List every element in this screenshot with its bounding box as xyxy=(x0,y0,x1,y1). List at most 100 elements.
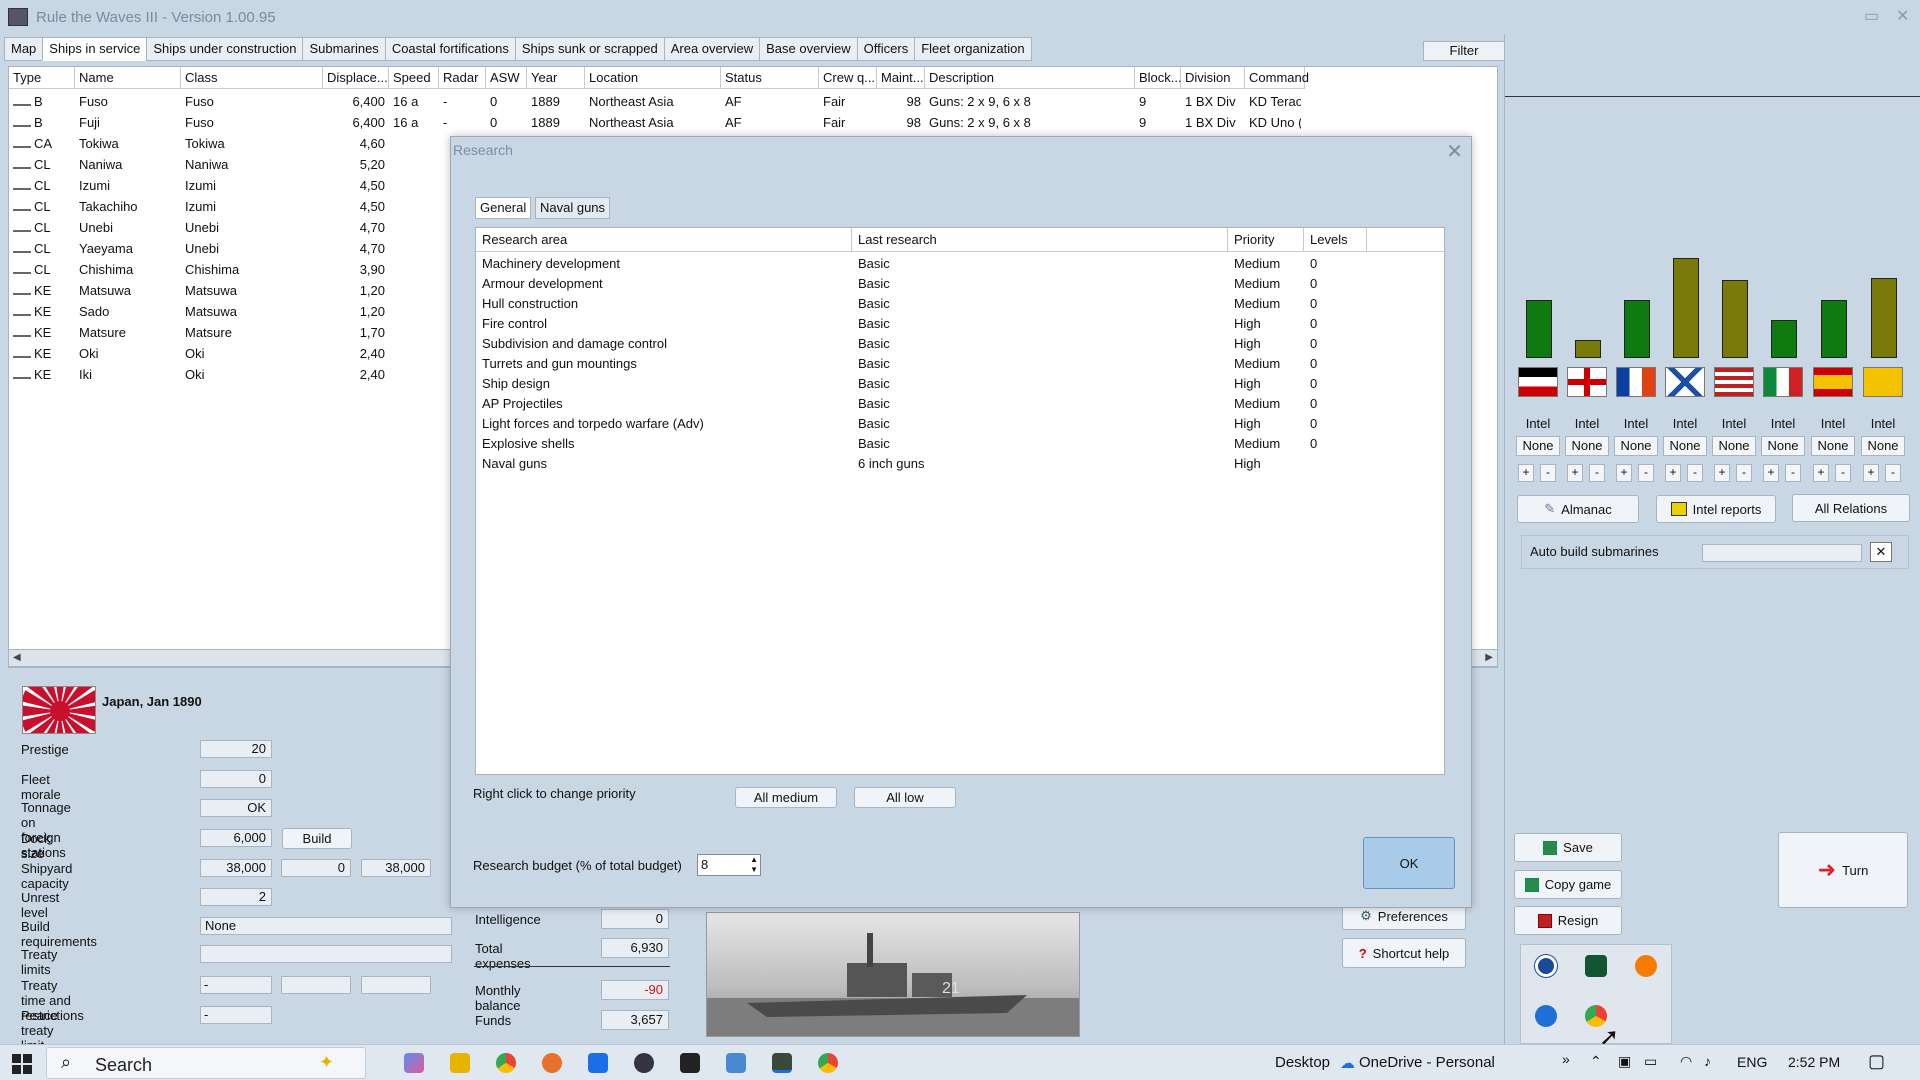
intel-reports-button[interactable]: Intel reports xyxy=(1656,495,1776,523)
ship-header-11[interactable]: Maint... xyxy=(877,67,925,89)
taskbar-search-box[interactable]: ⌕ Search ✦ xyxy=(46,1047,366,1079)
tab-map[interactable]: Map xyxy=(4,37,44,61)
france-flag[interactable] xyxy=(1616,367,1656,397)
tab-ships-under-construction[interactable]: Ships under construction xyxy=(146,37,304,61)
ship-header-2[interactable]: Class xyxy=(181,67,323,89)
intel-plus-button[interactable]: + xyxy=(1665,464,1681,482)
turn-button[interactable]: ➜ Turn xyxy=(1778,832,1908,908)
header-priority[interactable]: Priority xyxy=(1228,228,1304,252)
copilot-icon[interactable] xyxy=(404,1053,424,1073)
ok-button[interactable]: OK xyxy=(1363,837,1455,889)
germany-flag[interactable] xyxy=(1518,367,1558,397)
china-flag[interactable] xyxy=(1863,367,1903,397)
tab-base-overview[interactable]: Base overview xyxy=(759,37,858,61)
firefox-icon[interactable] xyxy=(542,1053,562,1073)
usa-flag[interactable] xyxy=(1714,367,1754,397)
research-row[interactable]: Light forces and torpedo warfare (Adv) Ba… xyxy=(476,414,1444,434)
intel-plus-button[interactable]: + xyxy=(1863,464,1879,482)
device-icon[interactable]: ▣ xyxy=(1618,1053,1631,1070)
intel-level[interactable]: None xyxy=(1614,436,1658,456)
notification-icon[interactable]: ▢ xyxy=(1868,1051,1885,1072)
intel-plus-button[interactable]: + xyxy=(1714,464,1730,482)
battery-icon[interactable]: ▭ xyxy=(1644,1053,1657,1070)
scroll-right-icon[interactable]: ▶ xyxy=(1485,652,1493,663)
intel-minus-button[interactable]: - xyxy=(1736,464,1752,482)
all-relations-button[interactable]: All Relations xyxy=(1792,494,1910,522)
password-manager-icon[interactable] xyxy=(634,1053,654,1073)
auto-build-field[interactable] xyxy=(1702,544,1862,562)
copy-game-button[interactable]: Copy game xyxy=(1514,870,1622,899)
chrome-alt-icon[interactable] xyxy=(818,1053,838,1073)
ship-header-4[interactable]: Speed xyxy=(389,67,439,89)
file-explorer-icon[interactable] xyxy=(450,1053,470,1073)
volume-icon[interactable]: ♪ xyxy=(1704,1053,1711,1069)
intel-level[interactable]: None xyxy=(1712,436,1756,456)
tab-coastal-fortifications[interactable]: Coastal fortifications xyxy=(384,37,516,61)
shield-icon[interactable] xyxy=(1585,955,1607,977)
intel-minus-button[interactable]: - xyxy=(1540,464,1556,482)
italy-flag[interactable] xyxy=(1763,367,1803,397)
desktop-label[interactable]: Desktop xyxy=(1275,1054,1330,1071)
tray-up-icon[interactable]: ⌃ xyxy=(1590,1053,1602,1070)
intel-level[interactable]: None xyxy=(1663,436,1707,456)
research-row[interactable]: Explosive shells Basic Medium 0 xyxy=(476,434,1444,454)
close-icon[interactable]: ✕ xyxy=(1870,542,1892,562)
intel-level[interactable]: None xyxy=(1761,436,1805,456)
ship-row[interactable]: B Fuso Fuso 6,400 16 a - 0 1889 Northeast Asia AF… xyxy=(9,91,1499,112)
onedrive-status[interactable]: ☁ OneDrive - Personal xyxy=(1340,1054,1495,1072)
tab-fleet-organization[interactable]: Fleet organization xyxy=(914,37,1032,61)
tab-submarines[interactable]: Submarines xyxy=(302,37,386,61)
intel-minus-button[interactable]: - xyxy=(1835,464,1851,482)
intel-plus-button[interactable]: + xyxy=(1518,464,1534,482)
tab-naval-guns[interactable]: Naval guns xyxy=(535,197,611,219)
all-low-button[interactable]: All low xyxy=(854,787,956,808)
scroll-left-icon[interactable]: ◀ xyxy=(13,652,21,663)
ship-header-7[interactable]: Year xyxy=(527,67,585,89)
ship-header-9[interactable]: Status xyxy=(721,67,819,89)
research-budget-input[interactable]: 8 ▲ ▼ xyxy=(697,854,761,876)
clock[interactable]: 2:52 PM xyxy=(1788,1054,1840,1070)
research-row[interactable]: Turrets and gun mountings Basic Medium 0 xyxy=(476,354,1444,374)
intel-minus-button[interactable]: - xyxy=(1638,464,1654,482)
uk-flag[interactable] xyxy=(1567,367,1607,397)
dropbox-icon[interactable] xyxy=(588,1053,608,1073)
research-row[interactable]: Machinery development Basic Medium 0 xyxy=(476,254,1444,274)
wifi-icon[interactable]: ◠ xyxy=(1680,1053,1692,1070)
intel-plus-button[interactable]: + xyxy=(1567,464,1583,482)
windows-start-icon[interactable] xyxy=(12,1054,32,1074)
build-dock-button[interactable]: Build xyxy=(282,828,352,849)
app-window-icon[interactable] xyxy=(726,1053,746,1073)
header-levels[interactable]: Levels xyxy=(1304,228,1367,252)
ship-header-1[interactable]: Name xyxy=(75,67,181,89)
intel-level[interactable]: None xyxy=(1565,436,1609,456)
ship-header-12[interactable]: Description xyxy=(925,67,1135,89)
save-button[interactable]: Save xyxy=(1514,833,1622,862)
feed-icon[interactable] xyxy=(1635,955,1657,977)
ship-header-5[interactable]: Radar xyxy=(439,67,486,89)
tab-ships-sunk[interactable]: Ships sunk or scrapped xyxy=(514,37,665,61)
all-medium-button[interactable]: All medium xyxy=(735,787,837,808)
bluetooth-icon[interactable] xyxy=(1535,1005,1557,1027)
research-row[interactable]: AP Projectiles Basic Medium 0 xyxy=(476,394,1444,414)
header-last-research[interactable]: Last research xyxy=(852,228,1228,252)
research-row[interactable]: Hull construction Basic Medium 0 xyxy=(476,294,1444,314)
research-row[interactable]: Ship design Basic High 0 xyxy=(476,374,1444,394)
tab-general[interactable]: General xyxy=(475,197,532,219)
tab-ships-in-service[interactable]: Ships in service xyxy=(42,37,148,61)
russia-flag[interactable] xyxy=(1665,367,1705,397)
intel-minus-button[interactable]: - xyxy=(1885,464,1901,482)
ship-header-15[interactable]: Command xyxy=(1245,67,1309,89)
intel-level[interactable]: None xyxy=(1516,436,1560,456)
ship-header-13[interactable]: Block... xyxy=(1135,67,1182,89)
ship-row[interactable]: B Fuji Fuso 6,400 16 a - 0 1889 Northeast Asia AF… xyxy=(9,112,1499,133)
filter-button[interactable]: Filter xyxy=(1423,41,1505,61)
close-icon[interactable]: ✕ xyxy=(1446,139,1463,164)
intel-level[interactable]: None xyxy=(1811,436,1855,456)
resign-button[interactable]: Resign xyxy=(1514,906,1622,935)
spain-flag[interactable] xyxy=(1813,367,1853,397)
ship-header-10[interactable]: Crew q... xyxy=(819,67,877,89)
intel-minus-button[interactable]: - xyxy=(1589,464,1605,482)
maximize-icon[interactable]: ▭ xyxy=(1864,6,1879,26)
terminal-icon[interactable] xyxy=(680,1053,700,1073)
ship-header-0[interactable]: Type xyxy=(9,67,75,89)
